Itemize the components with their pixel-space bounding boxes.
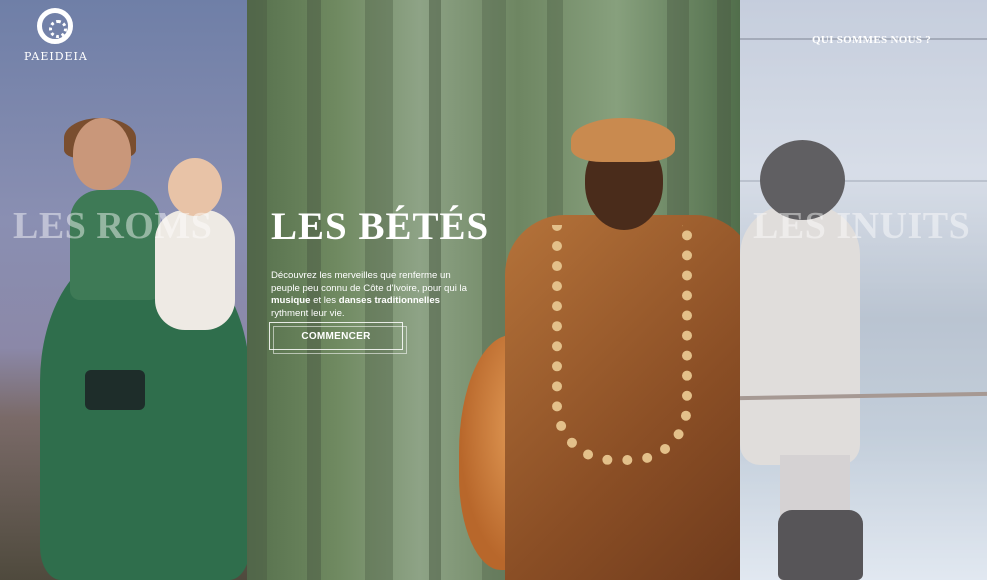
photo-necklace bbox=[552, 225, 692, 465]
brand-logo[interactable]: PAEIDEIA bbox=[24, 8, 88, 63]
description-text: rythment leur vie. bbox=[271, 307, 345, 319]
title-betes: LES BÉTÉS bbox=[271, 205, 490, 248]
photo-belt bbox=[85, 370, 145, 410]
description-bold-danses: danses traditionnelles bbox=[338, 295, 441, 306]
title-roms[interactable]: LES ROMS bbox=[13, 204, 212, 248]
description-bold-musique: musique bbox=[271, 295, 311, 306]
start-button[interactable]: COMMENCER bbox=[269, 322, 407, 354]
about-us-link[interactable]: QUI SOMMES NOUS ? bbox=[812, 34, 931, 46]
tree-trunk bbox=[247, 0, 267, 580]
panel-roms[interactable] bbox=[0, 0, 247, 580]
circular-logo-icon bbox=[37, 8, 73, 44]
description-text: et les bbox=[310, 295, 339, 306]
description-text: Découvrez les merveilles que renferme un… bbox=[271, 270, 467, 294]
panel-inuits[interactable] bbox=[740, 0, 987, 580]
brand-name: PAEIDEIA bbox=[24, 50, 88, 63]
title-inuits[interactable]: LES INUITS bbox=[753, 204, 970, 248]
photo-mother-head bbox=[73, 118, 131, 190]
photo-man-headdress bbox=[571, 118, 675, 162]
panel-overlay bbox=[740, 0, 987, 580]
betes-description: Découvrez les merveilles que renferme un… bbox=[271, 270, 476, 320]
start-button-label: COMMENCER bbox=[301, 330, 371, 342]
